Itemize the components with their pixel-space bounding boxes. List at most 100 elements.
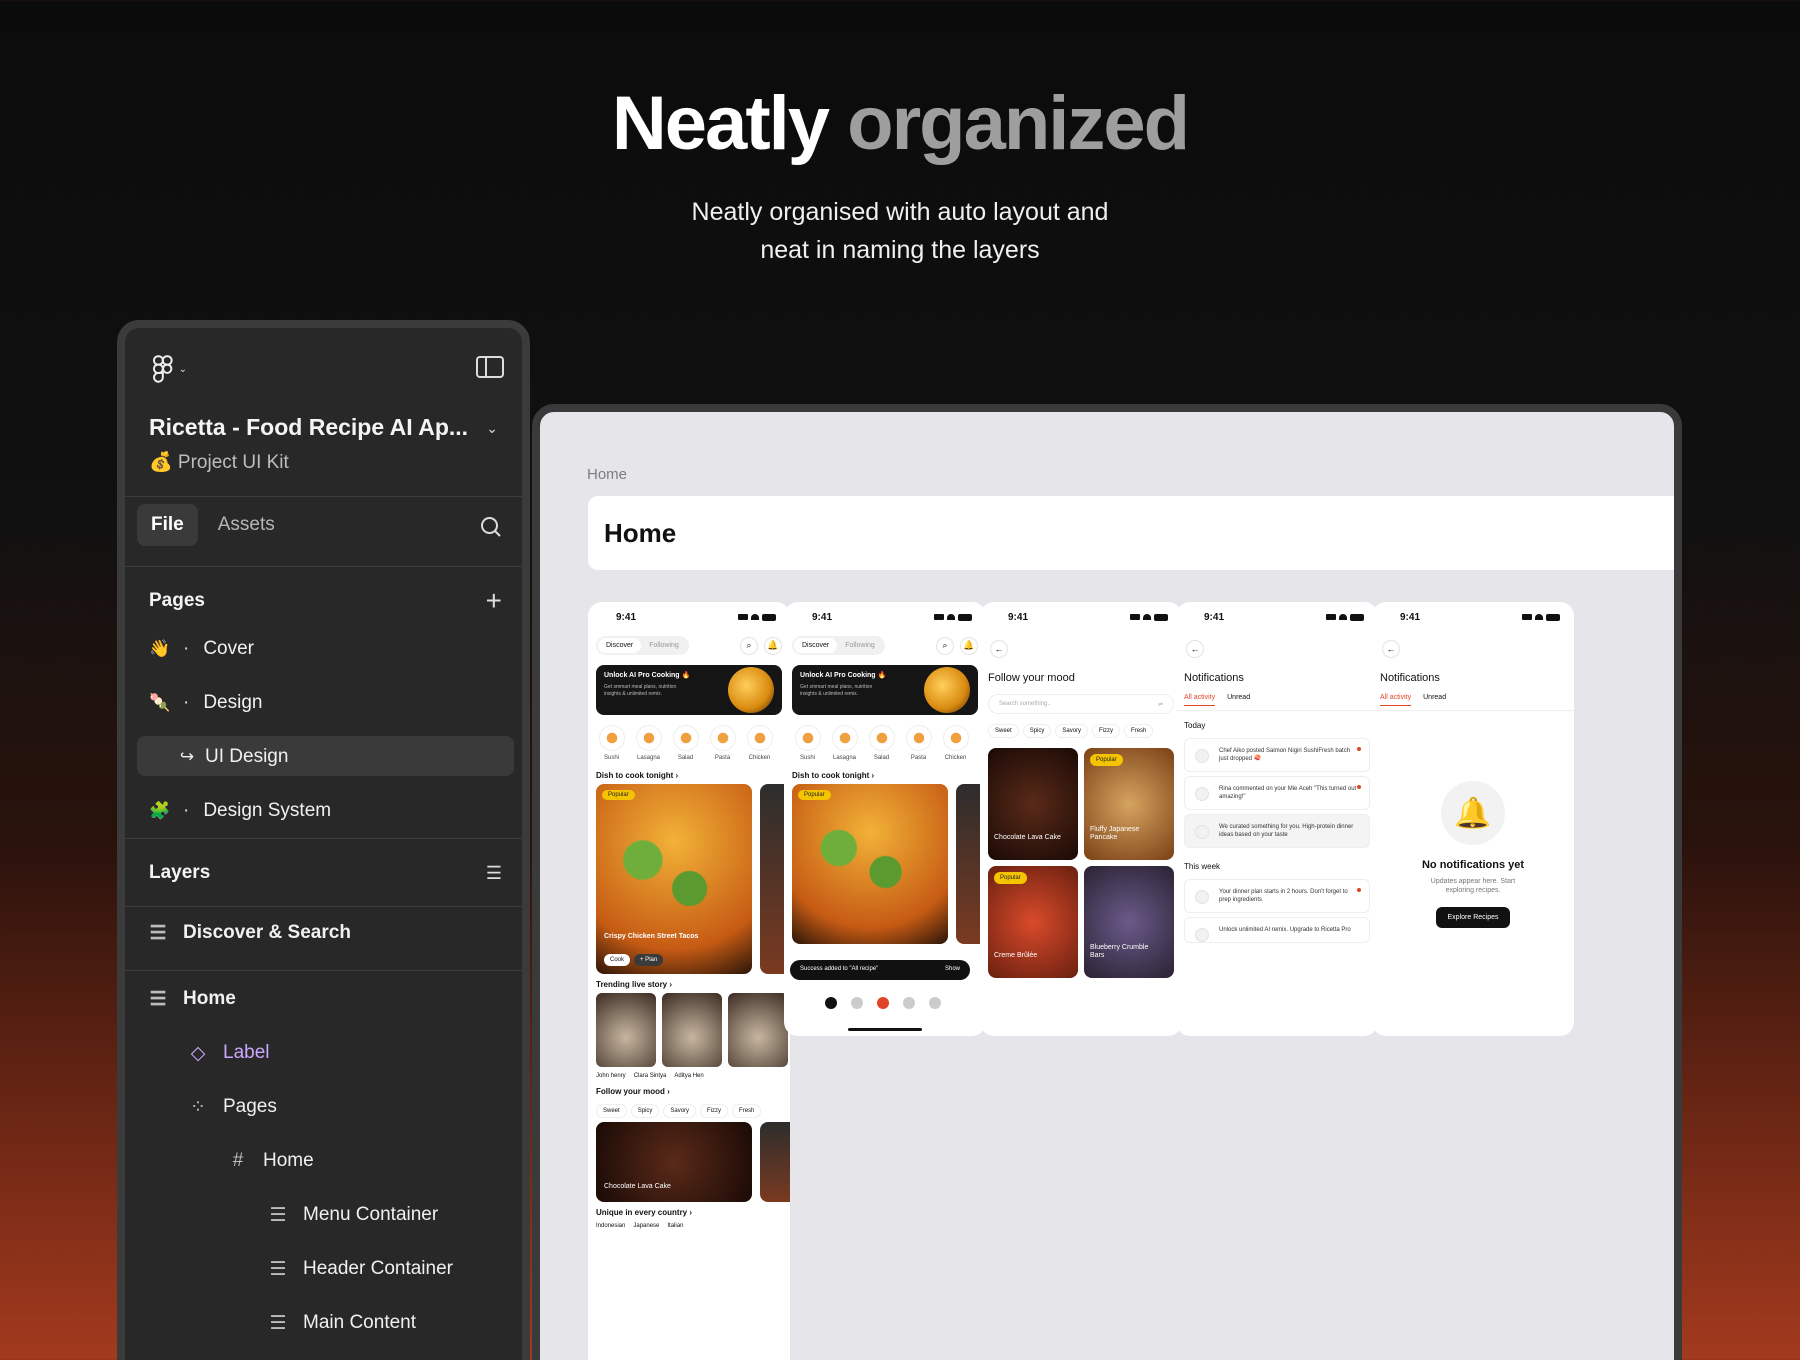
layer-label-component[interactable]: ◇ Label [189,1042,270,1064]
screen-notifications-empty[interactable]: 9:41 ← Notifications All activity Unread … [1372,602,1574,1036]
section-trending[interactable]: Trending live story › [588,974,790,993]
frame-title-bar[interactable]: Home [588,496,1674,570]
notification-item[interactable]: Chef Aiko posted Salmon Nigiri SushiFres… [1184,738,1370,772]
mood-pill[interactable]: Savory [663,1104,697,1118]
notification-item[interactable]: Rina commented on your Mie Aceh "This tu… [1184,776,1370,810]
category-item[interactable]: Salad [866,725,897,761]
screen-discover-toast[interactable]: 9:41 Discover Following ⌕ 🔔 Unlock AI Pro … [784,602,986,1036]
tab-discover[interactable]: Discover [598,638,642,653]
tab-all-activity[interactable]: All activity [1184,694,1216,706]
category-item[interactable]: Chicken [744,725,775,761]
mood-pill[interactable]: Spicy [1022,724,1052,738]
search-icon[interactable] [480,516,502,543]
add-page-icon[interactable]: + [486,587,502,615]
sidebar-toggle-icon[interactable] [476,356,504,383]
back-arrow-icon[interactable]: ← [990,640,1008,658]
page-item-design[interactable]: 🍡 · Design [149,692,262,714]
layer-menu-container[interactable]: ☰ Menu Container [269,1204,438,1226]
category-item[interactable]: Lasagna [633,725,664,761]
mood-pill[interactable]: Spicy [630,1104,660,1118]
page-item-cover[interactable]: 👋 · Cover [149,638,254,660]
category-item[interactable]: Pasta [903,725,934,761]
country-pill[interactable]: Italian [667,1223,683,1229]
mood-pill[interactable]: Sweet [988,724,1019,738]
story-item[interactable] [662,993,722,1067]
ai-tab-icon[interactable] [877,997,889,1009]
page-item-ui-design[interactable]: ↪ UI Design [177,746,289,768]
notification-item[interactable]: Unlock unlimited AI remix. Upgrade to Ri… [1184,917,1370,943]
mood-card[interactable]: Chocolate Lava Cake [596,1122,752,1202]
tab-following[interactable]: Following [641,638,687,653]
layer-home-section[interactable]: ☰ Home [149,988,235,1010]
chevron-down-icon[interactable]: ⌄ [486,420,498,437]
explore-recipes-button[interactable]: Explore Recipes [1435,907,1511,928]
layer-discover-search[interactable]: ☰ Discover & Search [149,922,350,944]
dish-card[interactable]: Popular Crispy Chicken Street Tacos Cook + … [596,784,752,974]
section-mood[interactable]: Follow your mood › [588,1081,790,1100]
mood-pill[interactable]: Sweet [596,1104,627,1118]
tab-unread[interactable]: Unread [1423,694,1446,706]
screen-follow-mood[interactable]: 9:41 ← Follow your mood Search something… [980,602,1182,1036]
home-tab-icon[interactable] [825,997,837,1009]
country-pill[interactable]: Indonesian [596,1223,625,1229]
search-input[interactable]: Search something.. ⇌ [988,694,1174,714]
section-dish[interactable]: Dish to cook tonight › [784,765,986,784]
saved-tab-icon[interactable] [903,997,915,1009]
layer-home-frame[interactable]: # Home [229,1150,314,1172]
recipe-tile[interactable]: Popular Fluffy Japanese Pancake [1084,748,1174,860]
layer-main-content[interactable]: ☰ Main Content [269,1312,416,1334]
mood-pill[interactable]: Fresh [1124,724,1154,738]
page-item-design-system[interactable]: 🧩 · Design System [149,800,331,822]
story-item[interactable] [596,993,656,1067]
promo-banner[interactable]: Unlock AI Pro Cooking 🔥 Get smmart meal p… [792,665,978,715]
category-item[interactable]: Chicken [940,725,971,761]
tab-unread[interactable]: Unread [1227,694,1250,706]
dish-card[interactable]: Popular [792,784,948,944]
back-arrow-icon[interactable]: ← [1186,640,1204,658]
mood-pill[interactable]: Fizzy [700,1104,729,1118]
country-pill[interactable]: Japanese [633,1223,659,1229]
bell-icon[interactable]: 🔔 [764,636,782,655]
project-title[interactable]: Ricetta - Food Recipe AI Ap... [149,414,468,441]
figma-menu[interactable]: ⌄ [153,354,187,384]
mood-pill[interactable]: Fizzy [1092,724,1121,738]
category-item[interactable]: Pasta [707,725,738,761]
tab-discover[interactable]: Discover [794,638,838,653]
layer-pages[interactable]: ⁘ Pages [189,1096,277,1118]
breadcrumb[interactable]: Home [587,466,627,483]
tab-assets[interactable]: Assets [204,504,289,546]
promo-banner[interactable]: Unlock AI Pro Cooking 🔥 Get smmart meal p… [596,665,782,715]
tab-all-activity[interactable]: All activity [1380,694,1412,706]
project-subtitle[interactable]: 💰 Project UI Kit [149,450,289,474]
search-icon[interactable]: ⌕ [740,636,758,655]
category-item[interactable]: Sushi [792,725,823,761]
section-country[interactable]: Unique in every country › [588,1202,790,1221]
mood-pill[interactable]: Fresh [732,1104,762,1118]
explore-tab-icon[interactable] [851,997,863,1009]
story-item[interactable] [728,993,788,1067]
screen-discover[interactable]: 9:41 Discover Following ⌕ 🔔 Unlock AI Pro … [588,602,790,1360]
recipe-tile[interactable]: Popular Creme Brûlée [988,866,1078,978]
back-arrow-icon[interactable]: ← [1382,640,1400,658]
notification-item[interactable]: We curated something for you. High-prote… [1184,814,1370,848]
collapse-layers-icon[interactable]: ☰ [486,862,502,884]
mood-pill[interactable]: Savory [1055,724,1089,738]
category-item[interactable]: Lasagna [829,725,860,761]
tab-file[interactable]: File [137,504,198,546]
filter-icon[interactable]: ⇌ [1158,701,1163,708]
bell-icon[interactable]: 🔔 [960,636,978,655]
mood-card-next[interactable] [760,1122,790,1202]
notification-item[interactable]: Your dinner plan starts in 2 hours. Don'… [1184,879,1370,913]
category-item[interactable]: Sushi [596,725,627,761]
cook-button[interactable]: Cook [604,954,631,966]
plan-button[interactable]: + Plan [634,954,664,966]
toast-show-link[interactable]: Show [945,966,960,974]
recipe-tile[interactable]: Chocolate Lava Cake [988,748,1078,860]
tab-following[interactable]: Following [837,638,883,653]
category-item[interactable]: Salad [670,725,701,761]
layer-header-container[interactable]: ☰ Header Container [269,1258,453,1280]
profile-tab-icon[interactable] [929,997,941,1009]
recipe-tile[interactable]: Blueberry Crumble Bars [1084,866,1174,978]
section-dish[interactable]: Dish to cook tonight › [588,765,790,784]
screen-notifications[interactable]: 9:41 ← Notifications All activity Unread … [1176,602,1378,1036]
